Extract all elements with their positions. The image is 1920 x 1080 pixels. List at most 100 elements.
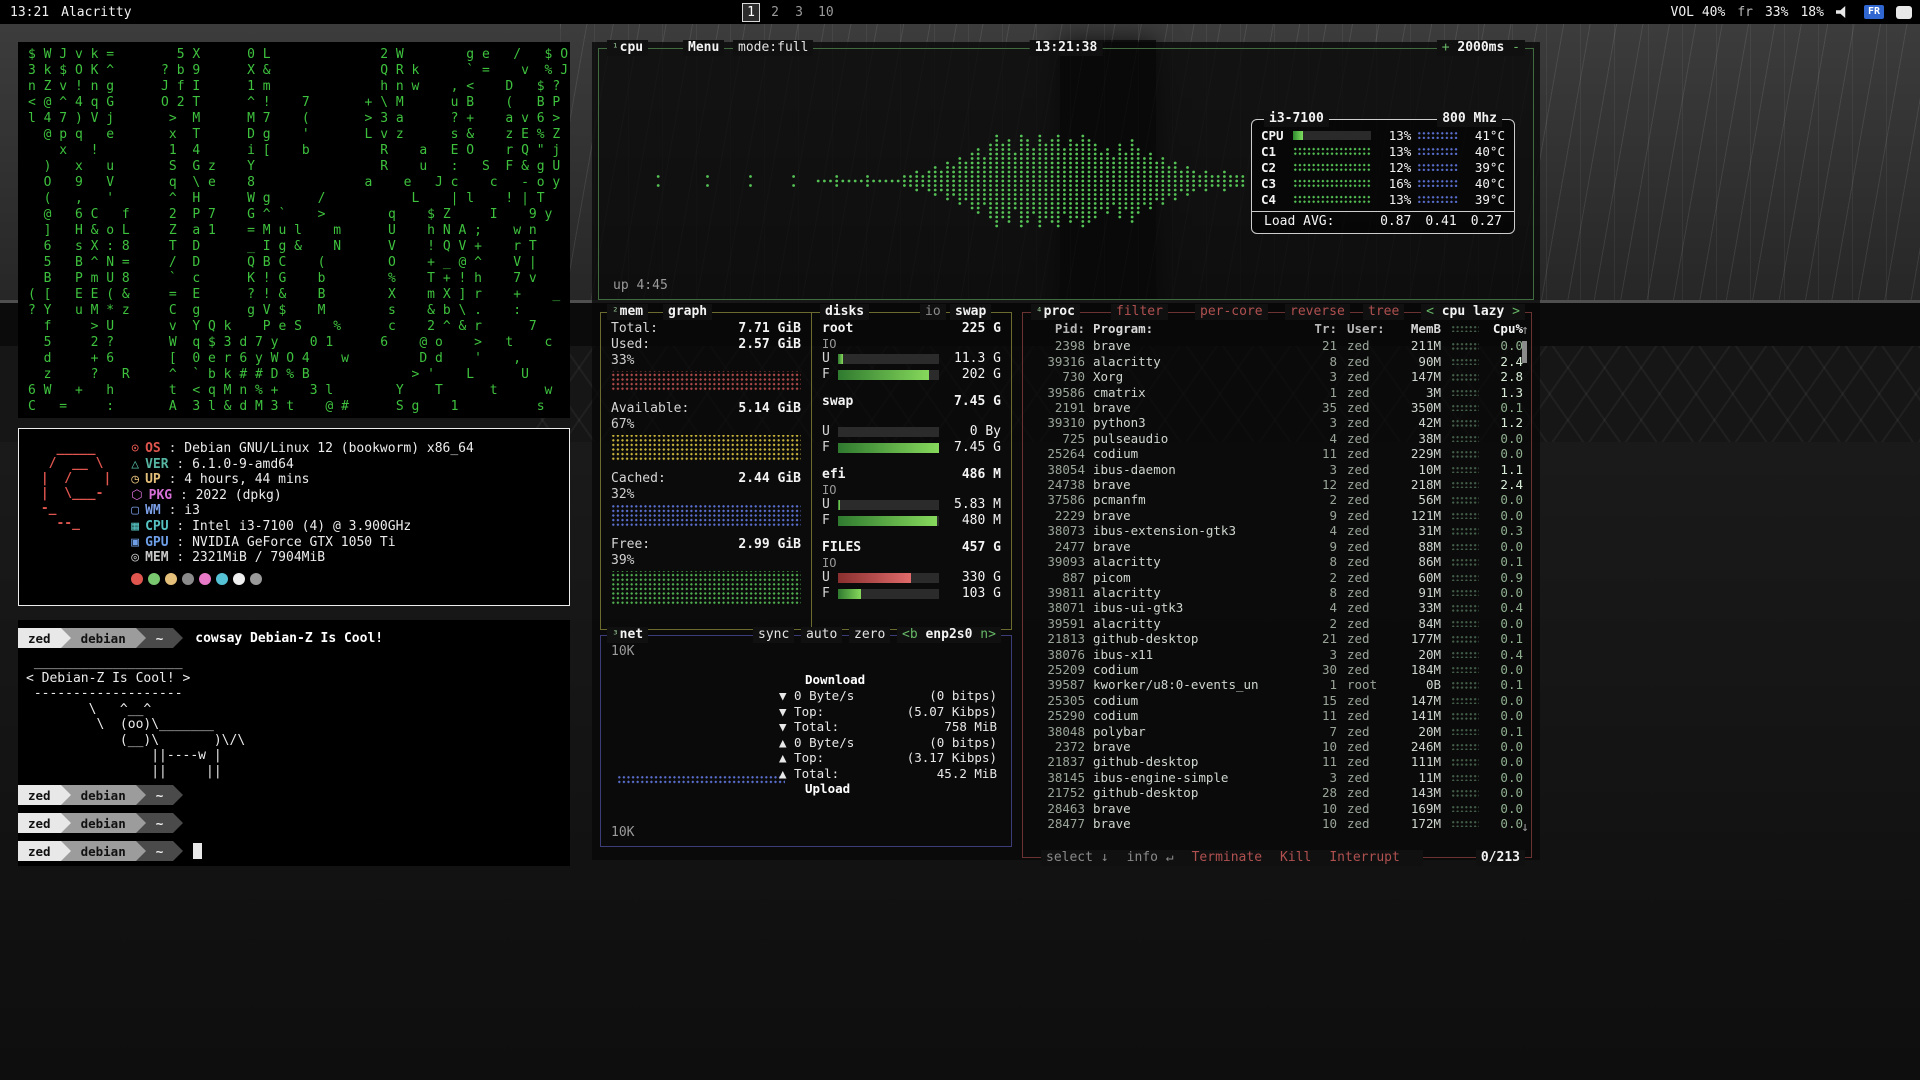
cowsay-terminal[interactable]: zeddebian~cowsay Debian-Z Is Cool! _____… xyxy=(18,620,570,866)
cpu-core-row-c3: C316%40°C xyxy=(1261,175,1505,191)
process-row[interactable]: 25264codium11zed229M0.0 xyxy=(1031,446,1523,461)
interface-selector[interactable]: <b enp2s0 n> xyxy=(897,627,1001,643)
proc-action-terminate[interactable]: Terminate xyxy=(1192,850,1262,865)
process-row[interactable]: 25209codium30zed184M0.0 xyxy=(1031,662,1523,677)
shell-prompt[interactable]: zeddebian~cowsay Debian-Z Is Cool! xyxy=(18,627,570,649)
net-scale-top: 10K xyxy=(611,644,634,659)
fetch-entry-ver: △VER : 6.1.0-9-amd64 xyxy=(131,457,474,473)
tray-icon[interactable] xyxy=(1896,6,1912,19)
proc-action-select[interactable]: select ↓ xyxy=(1046,850,1109,865)
disk-meter xyxy=(838,589,939,599)
process-row[interactable]: 28463brave10zed169M0.0 xyxy=(1031,801,1523,816)
scroll-up-icon[interactable]: ↑ xyxy=(1521,323,1529,338)
process-row[interactable]: 28477brave10zed172M0.0 xyxy=(1031,816,1523,831)
process-row[interactable]: 39586cmatrix1zed3M1.3 xyxy=(1031,385,1523,400)
cmatrix-terminal[interactable]: $ W J v k = 5 X 0 L 2 W g e / $ O3 k $ O… xyxy=(18,42,570,418)
matrix-row: $ W J v k = 5 X 0 L 2 W g e / $ O xyxy=(28,47,560,63)
matrix-row: C = : A 3 l & d M 3 t @ # S g 1 s xyxy=(28,399,560,415)
color-swatch xyxy=(216,573,228,585)
matrix-row: 6 s X : 8 T D _ I g & N V ! Q V + r T xyxy=(28,239,560,255)
net-stat-row: ▲ Total:45.2 MiB xyxy=(779,766,997,782)
shell-prompt[interactable]: zeddebian~ xyxy=(18,840,570,862)
process-row[interactable]: 38073ibus-extension-gtk34zed31M0.3 xyxy=(1031,523,1523,538)
scrollbar-thumb[interactable] xyxy=(1522,341,1527,363)
process-row[interactable]: 25290codium11zed141M0.0 xyxy=(1031,708,1523,723)
disks-tab[interactable]: disks xyxy=(820,304,869,320)
proc-action-interrupt[interactable]: Interrupt xyxy=(1329,850,1399,865)
io-tab[interactable]: io xyxy=(920,304,946,320)
cpu-graph xyxy=(605,105,1265,257)
color-swatch xyxy=(148,573,160,585)
btop-window[interactable]: ¹cpu Menu mode:full 13:21:38 + 2000ms - … xyxy=(592,42,1540,860)
process-row[interactable]: 39811alacritty8zed91M0.0 xyxy=(1031,585,1523,600)
process-row[interactable]: 39310python33zed42M1.2 xyxy=(1031,415,1523,430)
process-row[interactable]: 24738brave12zed218M2.4 xyxy=(1031,477,1523,492)
process-row[interactable]: 2229brave9zed121M0.0 xyxy=(1031,508,1523,523)
workspace-button-10[interactable]: 10 xyxy=(814,3,838,22)
keyboard-layout-badge[interactable]: FR xyxy=(1864,5,1884,19)
menu-button[interactable]: Menu xyxy=(683,40,724,56)
process-row[interactable]: 38054ibus-daemon3zed10M1.1 xyxy=(1031,462,1523,477)
process-row[interactable]: 39591alacritty2zed84M0.0 xyxy=(1031,616,1523,631)
cmatrix-body: $ W J v k = 5 X 0 L 2 W g e / $ O3 k $ O… xyxy=(28,47,560,415)
load-average: Load AVG: 0.870.410.27 xyxy=(1252,211,1514,230)
focused-window-title: Alacritty xyxy=(61,5,131,20)
load-average-label: Load AVG: xyxy=(1264,214,1334,229)
fetch-entry-up: ◷UP : 4 hours, 44 mins xyxy=(131,472,474,488)
mem-stat-used: Used:2.57 GiB33% xyxy=(611,337,801,391)
process-row[interactable]: 39316alacritty8zed90M2.4 xyxy=(1031,354,1523,369)
process-row[interactable]: 887picom2zed60M0.9 xyxy=(1031,570,1523,585)
workspace-button-2[interactable]: 2 xyxy=(766,3,784,22)
shell-prompt[interactable]: zeddebian~ xyxy=(18,784,570,806)
matrix-row: ? Y u M * z C g g V $ M s & b \ . : xyxy=(28,303,560,319)
process-row[interactable]: 38145ibus-engine-simple3zed11M0.0 xyxy=(1031,770,1523,785)
process-row[interactable]: 39093alacritty8zed86M0.1 xyxy=(1031,554,1523,569)
core-usage-graph xyxy=(1293,179,1371,188)
process-row[interactable]: 730Xorg3zed147M2.8 xyxy=(1031,369,1523,384)
process-row[interactable]: 25305codium15zed147M0.0 xyxy=(1031,693,1523,708)
process-row[interactable]: 39587kworker/u8:0-events_un1root0B0.1 xyxy=(1031,677,1523,692)
workspace-button-3[interactable]: 3 xyxy=(790,3,808,22)
net-box: ³net sync auto zero <b enp2s0 n> 10K 10K… xyxy=(600,635,1012,847)
clock: 13:21 xyxy=(10,5,49,20)
process-row[interactable]: 38071ibus-ui-gtk34zed33M0.4 xyxy=(1031,600,1523,615)
fetch-entry-pkg: ⬡PKG : 2022 (dpkg) xyxy=(131,488,474,504)
mem-graph-tab[interactable]: graph xyxy=(663,304,712,320)
cpu-icon: ▦ xyxy=(131,519,139,534)
process-row[interactable]: 2398brave21zed211M0.0 xyxy=(1031,338,1523,353)
matrix-row: ] H & o L Z a 1 = M u l m U h N A ; w n xyxy=(28,223,560,239)
process-row[interactable]: 21837github-desktop11zed111M0.0 xyxy=(1031,754,1523,769)
zero-tab[interactable]: zero xyxy=(849,627,890,643)
proc-box: ⁴proc filter per-core reverse tree < cpu… xyxy=(1022,312,1532,858)
mode-toggle[interactable]: mode:full xyxy=(733,40,813,56)
proc-action-kill[interactable]: Kill xyxy=(1280,850,1311,865)
shell-prompt[interactable]: zeddebian~ xyxy=(18,812,570,834)
process-row[interactable]: 38048polybar7zed20M0.1 xyxy=(1031,724,1523,739)
download-label: Download xyxy=(779,672,997,688)
process-row[interactable]: 2372brave10zed246M0.0 xyxy=(1031,739,1523,754)
scroll-down-icon[interactable]: ↓ xyxy=(1521,820,1529,835)
matrix-row: z ? R ^ ` b k # # D % B > ' L U xyxy=(28,367,560,383)
process-row[interactable]: 725pulseaudio4zed38M0.0 xyxy=(1031,431,1523,446)
update-interval-control[interactable]: + 2000ms - xyxy=(1437,40,1525,56)
process-row[interactable]: 21752github-desktop28zed143M0.0 xyxy=(1031,785,1523,800)
core-temp-graph xyxy=(1417,131,1459,139)
process-row[interactable]: 37586pcmanfm2zed56M0.0 xyxy=(1031,492,1523,507)
process-row[interactable]: 2191brave35zed350M0.1 xyxy=(1031,400,1523,415)
auto-tab[interactable]: auto xyxy=(801,627,842,643)
process-row[interactable]: 38076ibus-x113zed20M0.4 xyxy=(1031,647,1523,662)
ver-icon: △ xyxy=(131,457,139,472)
matrix-row: n Z v ! n g J f I 1 m h n w , < D $ ? xyxy=(28,79,560,95)
disks-box: disks io swap root225 GIOU11.3 GF202 Gsw… xyxy=(811,312,1012,630)
cowsay-output-line: ___________________ xyxy=(18,655,570,671)
fetch-panel[interactable]: _____ / __ \ | / | | \___- -_ --_ ⊙OS : … xyxy=(18,428,570,606)
net-stat-row: ▼ Top:(5.07 Kibps) xyxy=(779,704,997,720)
swap-tab[interactable]: swap xyxy=(950,304,991,320)
workspace-button-1[interactable]: 1 xyxy=(742,3,760,22)
matrix-row: 3 k $ O K ^ ? b 9 X & Q R k ` = v % J xyxy=(28,63,560,79)
process-row[interactable]: 21813github-desktop21zed177M0.1 xyxy=(1031,631,1523,646)
speaker-icon[interactable] xyxy=(1836,6,1852,18)
proc-action-info[interactable]: info ↵ xyxy=(1127,850,1174,865)
process-row[interactable]: 2477brave9zed88M0.0 xyxy=(1031,539,1523,554)
sync-tab[interactable]: sync xyxy=(753,627,794,643)
